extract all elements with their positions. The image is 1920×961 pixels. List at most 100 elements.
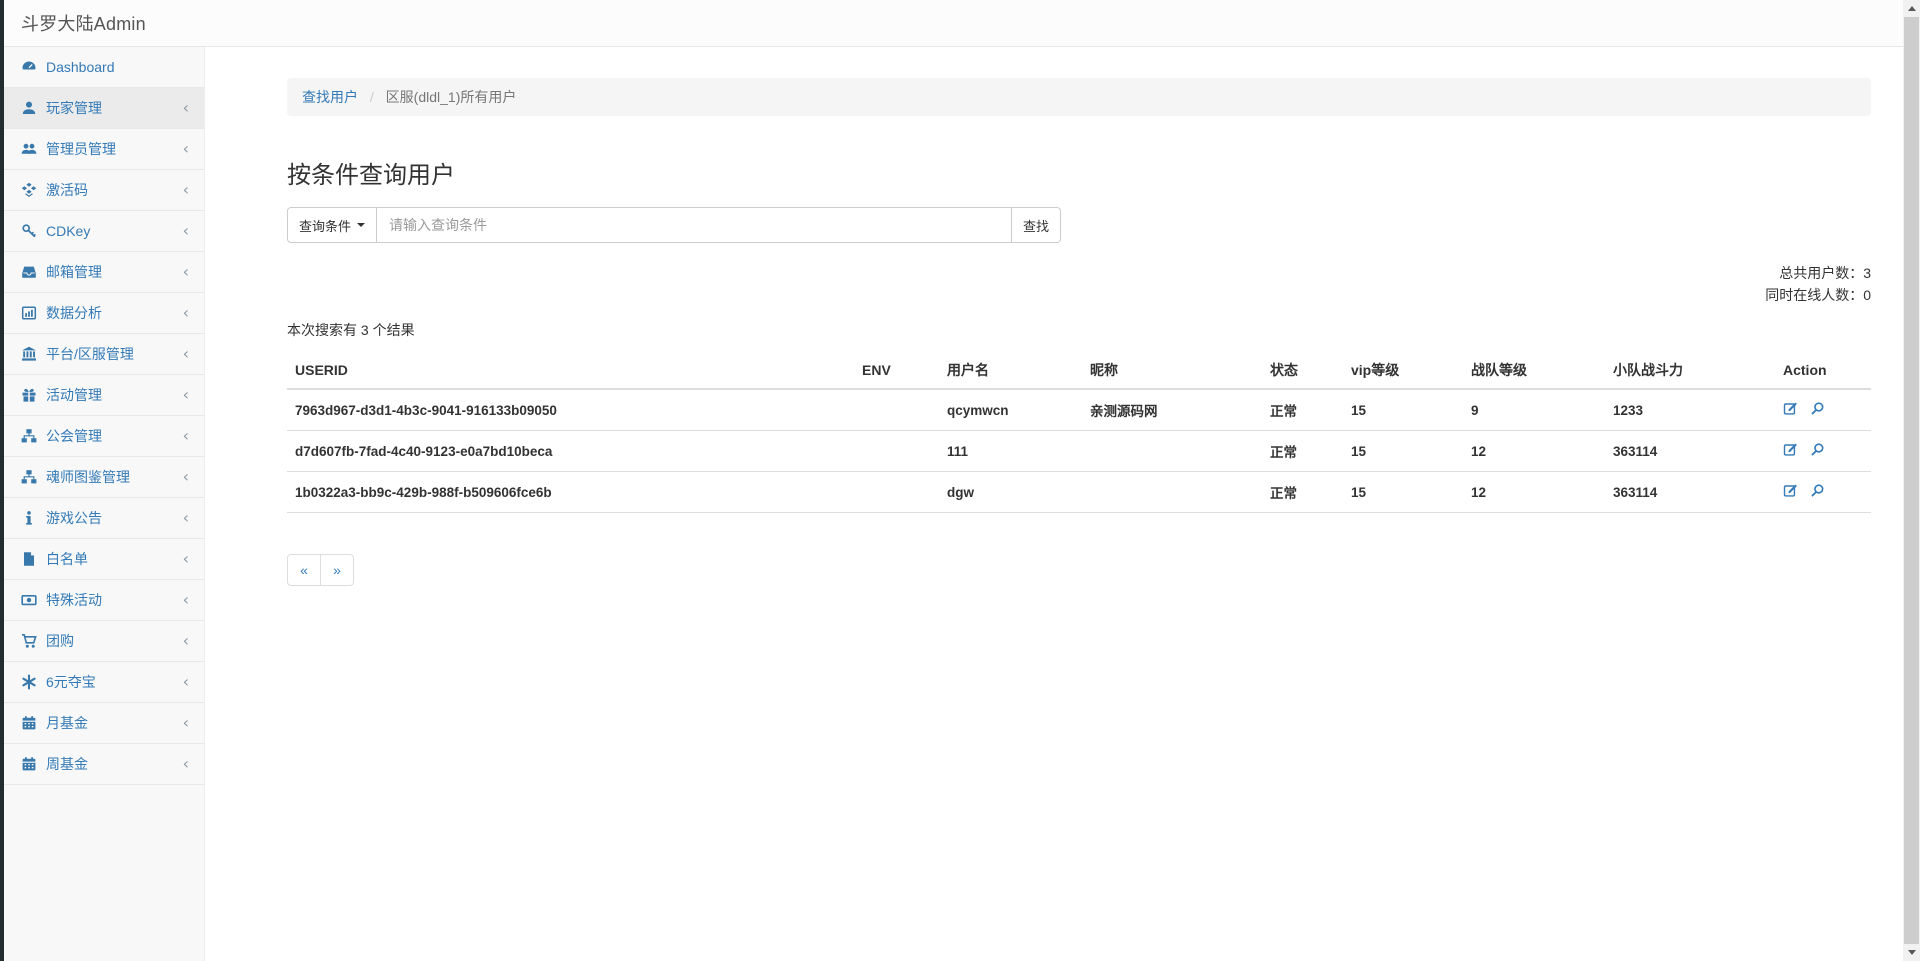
edit-user-button[interactable]	[1783, 483, 1798, 498]
sidebar-item-特殊活动[interactable]: 特殊活动‹	[4, 580, 204, 621]
chevron-left-icon: ‹	[183, 469, 189, 485]
cell-nickname	[1082, 431, 1262, 472]
edit-icon	[1783, 442, 1798, 457]
edit-user-button[interactable]	[1783, 442, 1798, 457]
chevron-left-icon: ‹	[183, 264, 189, 280]
column-header: 用户名	[939, 352, 1082, 389]
search-input[interactable]	[376, 207, 1012, 243]
pagination-prev-button[interactable]: «	[287, 554, 321, 586]
edit-user-button[interactable]	[1783, 401, 1798, 416]
chevron-left-icon: ‹	[183, 100, 189, 116]
cell-vip: 15	[1343, 389, 1463, 431]
chevron-left-icon: ‹	[183, 633, 189, 649]
sidebar-item-label: CDKey	[46, 223, 183, 239]
view-user-button[interactable]	[1810, 483, 1825, 498]
sidebar-item-label: 魂师图鉴管理	[46, 467, 183, 487]
pagination-next-button[interactable]: »	[320, 554, 354, 586]
cell-env	[854, 389, 939, 431]
breadcrumb-separator: /	[370, 89, 374, 105]
brand-title: 斗罗大陆Admin	[21, 10, 146, 36]
search-form: 查询条件 查找	[287, 207, 1061, 243]
sidebar-menu: Dashboard玩家管理‹管理员管理‹激活码‹CDKey‹邮箱管理‹数据分析‹…	[4, 47, 204, 785]
file-icon	[20, 551, 37, 568]
sidebar-item-管理员管理[interactable]: 管理员管理‹	[4, 129, 204, 170]
sidebar-item-label: 管理员管理	[46, 139, 183, 159]
sidebar: Dashboard玩家管理‹管理员管理‹激活码‹CDKey‹邮箱管理‹数据分析‹…	[0, 47, 205, 961]
scrollbar-thumb[interactable]	[1904, 17, 1919, 944]
query-condition-dropdown[interactable]: 查询条件	[287, 207, 377, 243]
users-table: USERIDENV用户名昵称状态vip等级战队等级小队战斗力Action 796…	[287, 352, 1871, 513]
scrollbar-up-arrow[interactable]	[1903, 0, 1920, 17]
sidebar-item-游戏公告[interactable]: 游戏公告‹	[4, 498, 204, 539]
cell-status: 正常	[1262, 431, 1343, 472]
vertical-scrollbar[interactable]	[1903, 0, 1920, 961]
cell-userid: 7963d967-d3d1-4b3c-9041-916133b09050	[287, 389, 854, 431]
cell-status: 正常	[1262, 472, 1343, 513]
calendar-icon	[20, 756, 37, 773]
breadcrumb-link[interactable]: 查找用户	[302, 89, 358, 105]
chevron-left-icon: ‹	[183, 715, 189, 731]
sidebar-item-团购[interactable]: 团购‹	[4, 621, 204, 662]
sidebar-item-dashboard[interactable]: Dashboard	[4, 47, 204, 88]
sidebar-item-label: 玩家管理	[46, 98, 183, 118]
sidebar-item-cdkey[interactable]: CDKey‹	[4, 211, 204, 252]
pagination: « »	[287, 554, 354, 586]
query-condition-label: 查询条件	[299, 216, 351, 235]
activation-diamond-icon	[20, 182, 37, 199]
main-content: 查找用户 / 区服(dldl_1)所有用户 按条件查询用户 查询条件 查找 总共…	[205, 47, 1903, 961]
chevron-left-icon: ‹	[183, 387, 189, 403]
sidebar-item-激活码[interactable]: 激活码‹	[4, 170, 204, 211]
sidebar-item-白名单[interactable]: 白名单‹	[4, 539, 204, 580]
sidebar-item-邮箱管理[interactable]: 邮箱管理‹	[4, 252, 204, 293]
sidebar-item-label: 特殊活动	[46, 590, 183, 610]
top-header: 斗罗大陆Admin	[0, 0, 1903, 47]
sidebar-item-6元夺宝[interactable]: 6元夺宝‹	[4, 662, 204, 703]
user-icon	[20, 100, 37, 117]
calendar-icon	[20, 715, 37, 732]
cell-userid: d7d607fb-7fad-4c40-9123-e0a7bd10beca	[287, 431, 854, 472]
online-users-value: 0	[1863, 287, 1871, 303]
view-user-button[interactable]	[1810, 401, 1825, 416]
sidebar-accent-strip	[0, 0, 4, 961]
cell-team_level: 9	[1463, 389, 1605, 431]
cell-team_level: 12	[1463, 472, 1605, 513]
page-title: 按条件查询用户	[287, 155, 1871, 190]
sidebar-item-周基金[interactable]: 周基金‹	[4, 744, 204, 785]
chevron-left-icon: ‹	[183, 141, 189, 157]
column-header: Action	[1775, 352, 1871, 389]
sidebar-item-月基金[interactable]: 月基金‹	[4, 703, 204, 744]
bar-chart-icon	[20, 305, 37, 322]
sidebar-item-数据分析[interactable]: 数据分析‹	[4, 293, 204, 334]
sidebar-item-label: 周基金	[46, 754, 183, 774]
view-user-button[interactable]	[1810, 442, 1825, 457]
sidebar-item-label: 平台/区服管理	[46, 344, 183, 364]
cell-nickname: 亲测源码网	[1082, 389, 1262, 431]
chevron-left-icon: ‹	[183, 346, 189, 362]
cell-squad_power: 363114	[1605, 431, 1775, 472]
sidebar-item-活动管理[interactable]: 活动管理‹	[4, 375, 204, 416]
total-users-line: 总共用户数：3	[287, 262, 1871, 284]
sidebar-item-公会管理[interactable]: 公会管理‹	[4, 416, 204, 457]
sidebar-item-魂师图鉴管理[interactable]: 魂师图鉴管理‹	[4, 457, 204, 498]
column-header: 昵称	[1082, 352, 1262, 389]
cart-icon	[20, 633, 37, 650]
cell-vip: 15	[1343, 431, 1463, 472]
gift-icon	[20, 387, 37, 404]
search-button[interactable]: 查找	[1011, 207, 1061, 243]
app-window: 斗罗大陆Admin Dashboard玩家管理‹管理员管理‹激活码‹CDKey‹…	[0, 0, 1903, 961]
sidebar-item-label: 公会管理	[46, 426, 183, 446]
sidebar-item-label: 数据分析	[46, 303, 183, 323]
column-header: vip等级	[1343, 352, 1463, 389]
sidebar-item-label: 6元夺宝	[46, 672, 183, 692]
search-icon	[1810, 442, 1825, 457]
sidebar-item-玩家管理[interactable]: 玩家管理‹	[4, 88, 204, 129]
users-icon	[20, 141, 37, 158]
edit-icon	[1783, 401, 1798, 416]
table-row: 7963d967-d3d1-4b3c-9041-916133b09050qcym…	[287, 389, 1871, 431]
sidebar-item-平台/区服管理[interactable]: 平台/区服管理‹	[4, 334, 204, 375]
cell-team_level: 12	[1463, 431, 1605, 472]
inbox-icon	[20, 264, 37, 281]
cell-username: dgw	[939, 472, 1082, 513]
chevron-left-icon: ‹	[183, 428, 189, 444]
scrollbar-down-arrow[interactable]	[1903, 944, 1920, 961]
